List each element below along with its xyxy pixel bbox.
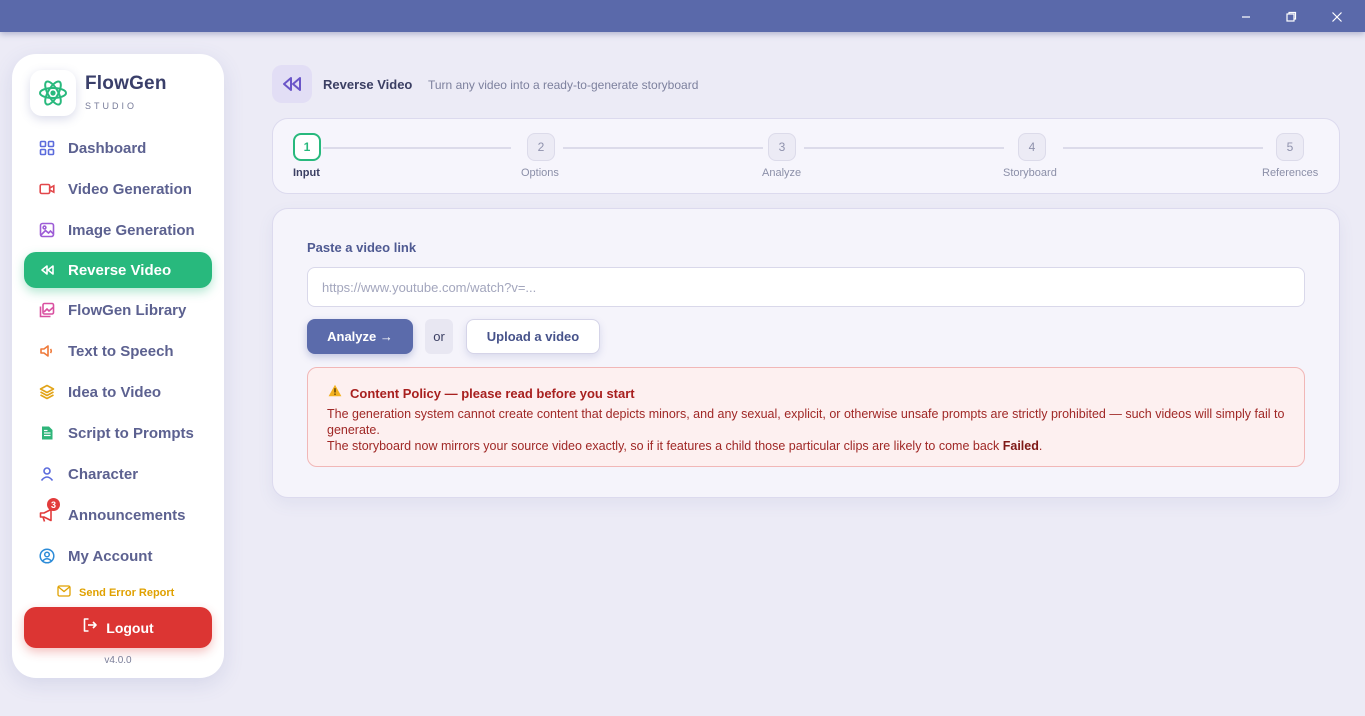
sidebar-item-text-to-speech[interactable]: Text to Speech bbox=[24, 333, 212, 369]
video-link-label: Paste a video link bbox=[307, 240, 417, 255]
policy-line-2-text: The storyboard now mirrors your source v… bbox=[327, 439, 1003, 453]
warning-icon bbox=[328, 384, 342, 402]
sidebar-item-label: My Account bbox=[68, 547, 153, 565]
step-2-label: Options bbox=[521, 167, 559, 179]
brand-name: FlowGen bbox=[85, 73, 167, 94]
upload-video-button[interactable]: Upload a video bbox=[466, 319, 600, 354]
speaker-icon bbox=[38, 342, 56, 360]
megaphone-icon: 3 bbox=[38, 498, 60, 524]
sidebar-item-label: Dashboard bbox=[68, 139, 147, 157]
step-5-label: References bbox=[1262, 167, 1319, 179]
brand-subtitle: STUDIO bbox=[85, 101, 138, 111]
person-icon bbox=[38, 465, 56, 483]
step-5-circle[interactable]: 5 bbox=[1276, 133, 1304, 161]
sidebar-item-script-to-prompts[interactable]: Script to Prompts bbox=[24, 415, 212, 451]
sidebar-item-character[interactable]: Character bbox=[24, 456, 212, 492]
sidebar: FlowGen STUDIO Dashboard Video Generatio… bbox=[12, 54, 224, 678]
mail-icon bbox=[57, 584, 71, 602]
step-1-circle[interactable]: 1 bbox=[293, 133, 321, 161]
send-error-report-link[interactable]: Send Error Report bbox=[57, 584, 174, 602]
sidebar-item-label: Character bbox=[68, 465, 139, 483]
grid-icon bbox=[38, 139, 56, 157]
atom-icon bbox=[30, 70, 76, 116]
sidebar-item-label: Reverse Video bbox=[68, 261, 172, 279]
video-camera-icon bbox=[38, 180, 56, 198]
sidebar-item-label: Video Generation bbox=[68, 180, 192, 198]
layers-icon bbox=[38, 383, 56, 401]
policy-failed-word: Failed bbox=[1002, 439, 1039, 453]
sidebar-item-label: Script to Prompts bbox=[68, 424, 194, 442]
send-error-report-label: Send Error Report bbox=[79, 587, 175, 599]
sidebar-item-label: FlowGen Library bbox=[68, 301, 187, 319]
video-url-input[interactable] bbox=[307, 267, 1305, 307]
library-icon bbox=[38, 301, 56, 319]
title-bar bbox=[0, 0, 1365, 32]
document-icon bbox=[38, 424, 56, 442]
policy-line-2: The storyboard now mirrors your source v… bbox=[327, 438, 1287, 454]
or-separator: or bbox=[425, 319, 453, 354]
step-connector bbox=[1063, 147, 1263, 149]
image-icon bbox=[38, 221, 56, 239]
sidebar-item-label: Image Generation bbox=[68, 221, 195, 239]
sidebar-item-idea-to-video[interactable]: Idea to Video bbox=[24, 374, 212, 410]
sidebar-item-reverse-video[interactable]: Reverse Video bbox=[24, 252, 212, 288]
sidebar-item-dashboard[interactable]: Dashboard bbox=[24, 130, 212, 166]
step-2-circle[interactable]: 2 bbox=[527, 133, 555, 161]
sidebar-item-image-generation[interactable]: Image Generation bbox=[24, 212, 212, 248]
step-connector bbox=[804, 147, 1004, 149]
sidebar-item-video-generation[interactable]: Video Generation bbox=[24, 171, 212, 207]
policy-body: The generation system cannot create cont… bbox=[327, 406, 1287, 454]
sidebar-item-announcements[interactable]: 3 Announcements bbox=[24, 497, 212, 533]
step-3-circle[interactable]: 3 bbox=[768, 133, 796, 161]
step-3-label: Analyze bbox=[762, 167, 802, 179]
input-card: Paste a video link Analyze → or Upload a… bbox=[272, 208, 1340, 498]
analyze-button[interactable]: Analyze → bbox=[307, 319, 413, 354]
sidebar-item-label: Idea to Video bbox=[68, 383, 162, 401]
user-circle-icon bbox=[38, 547, 56, 565]
stepper: 1 Input 2 Options 3 Analyze 4 Storyboard… bbox=[272, 118, 1340, 194]
logout-button[interactable]: Logout bbox=[24, 607, 212, 648]
step-1-label: Input bbox=[293, 167, 320, 179]
notification-badge: 3 bbox=[47, 498, 60, 511]
rewind-icon bbox=[38, 261, 56, 279]
step-4-circle[interactable]: 4 bbox=[1018, 133, 1046, 161]
page-subtitle: Turn any video into a ready-to-generate … bbox=[428, 78, 699, 92]
logout-icon bbox=[82, 617, 98, 638]
step-4-label: Storyboard bbox=[1003, 167, 1057, 179]
sidebar-item-label: Announcements bbox=[68, 506, 186, 524]
sidebar-item-my-account[interactable]: My Account bbox=[24, 538, 212, 574]
policy-title: Content Policy — please read before you … bbox=[350, 385, 635, 401]
sidebar-item-flowgen-library[interactable]: FlowGen Library bbox=[24, 292, 212, 328]
step-connector bbox=[323, 147, 511, 149]
maximize-icon[interactable] bbox=[1280, 6, 1302, 28]
app-version: v4.0.0 bbox=[104, 655, 132, 666]
minimize-icon[interactable] bbox=[1235, 6, 1257, 28]
logout-label: Logout bbox=[106, 619, 154, 636]
policy-line-2-end: . bbox=[1038, 439, 1043, 453]
step-connector bbox=[563, 147, 763, 149]
rewind-icon bbox=[272, 65, 312, 103]
page-title: Reverse Video bbox=[323, 77, 413, 92]
close-icon[interactable] bbox=[1326, 6, 1348, 28]
content-policy-notice: Content Policy — please read before you … bbox=[307, 367, 1305, 467]
sidebar-item-label: Text to Speech bbox=[68, 342, 174, 360]
policy-line-1: The generation system cannot create cont… bbox=[327, 407, 1285, 437]
